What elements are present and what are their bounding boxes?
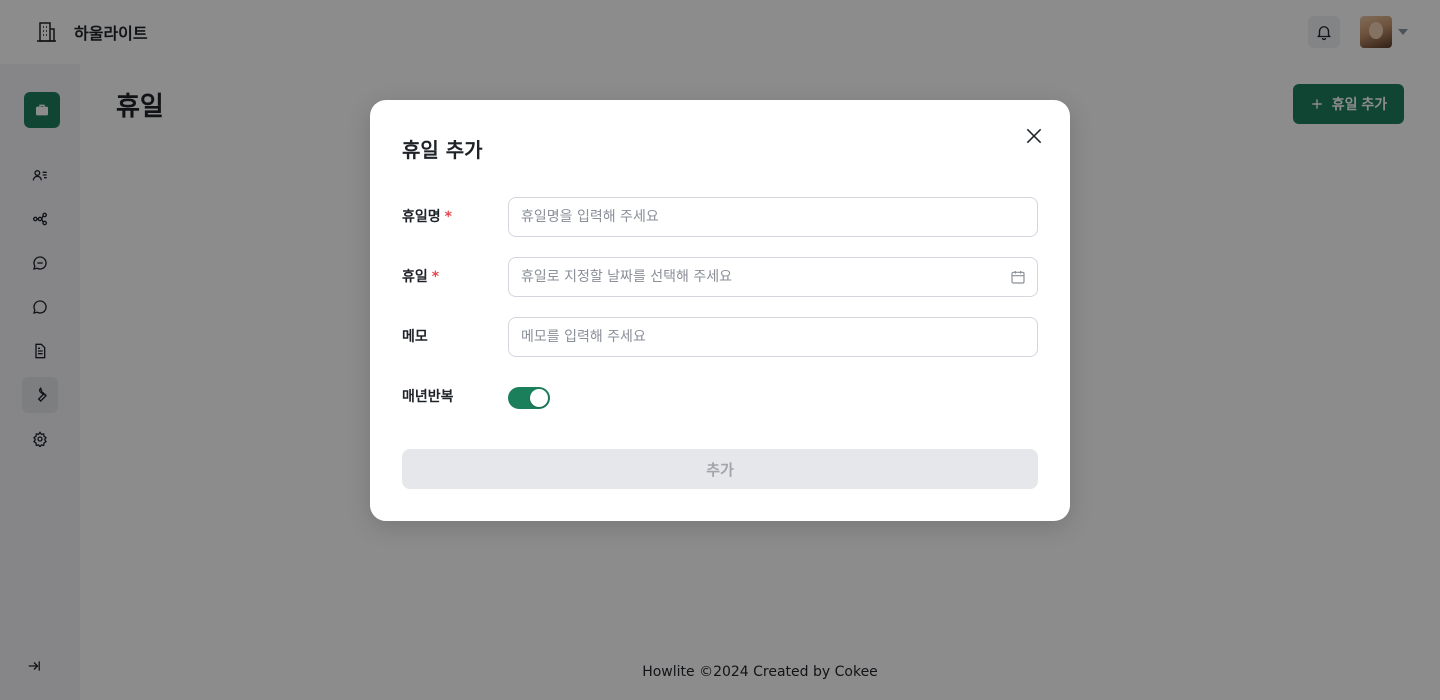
holiday-date-picker[interactable] [508,257,1038,297]
memo-row: 메모 [402,317,1038,357]
modal-title: 휴일 추가 [402,138,483,162]
close-icon [1026,128,1042,144]
toggle-knob [530,389,548,407]
yearly-repeat-row: 매년반복 [402,377,1038,417]
holiday-name-input[interactable] [508,197,1038,237]
holiday-name-label: 휴일명 * [402,209,452,225]
memo-input[interactable] [508,317,1038,357]
yearly-repeat-label: 매년반복 [402,389,454,405]
submit-button[interactable]: 추가 [402,449,1038,489]
required-mark: * [431,269,440,285]
yearly-repeat-toggle[interactable] [508,387,550,409]
close-button[interactable] [1022,124,1046,148]
required-mark: * [444,209,452,225]
holiday-name-row: 휴일명 * [402,197,1038,237]
memo-label: 메모 [402,329,428,345]
calendar-icon[interactable] [1010,269,1026,285]
holiday-date-row: 휴일 * [402,257,1038,297]
holiday-date-label: 휴일 * [402,269,440,285]
add-holiday-modal: 휴일 추가 휴일명* 휴일* 메모 매년반복 추가 [370,100,1070,521]
